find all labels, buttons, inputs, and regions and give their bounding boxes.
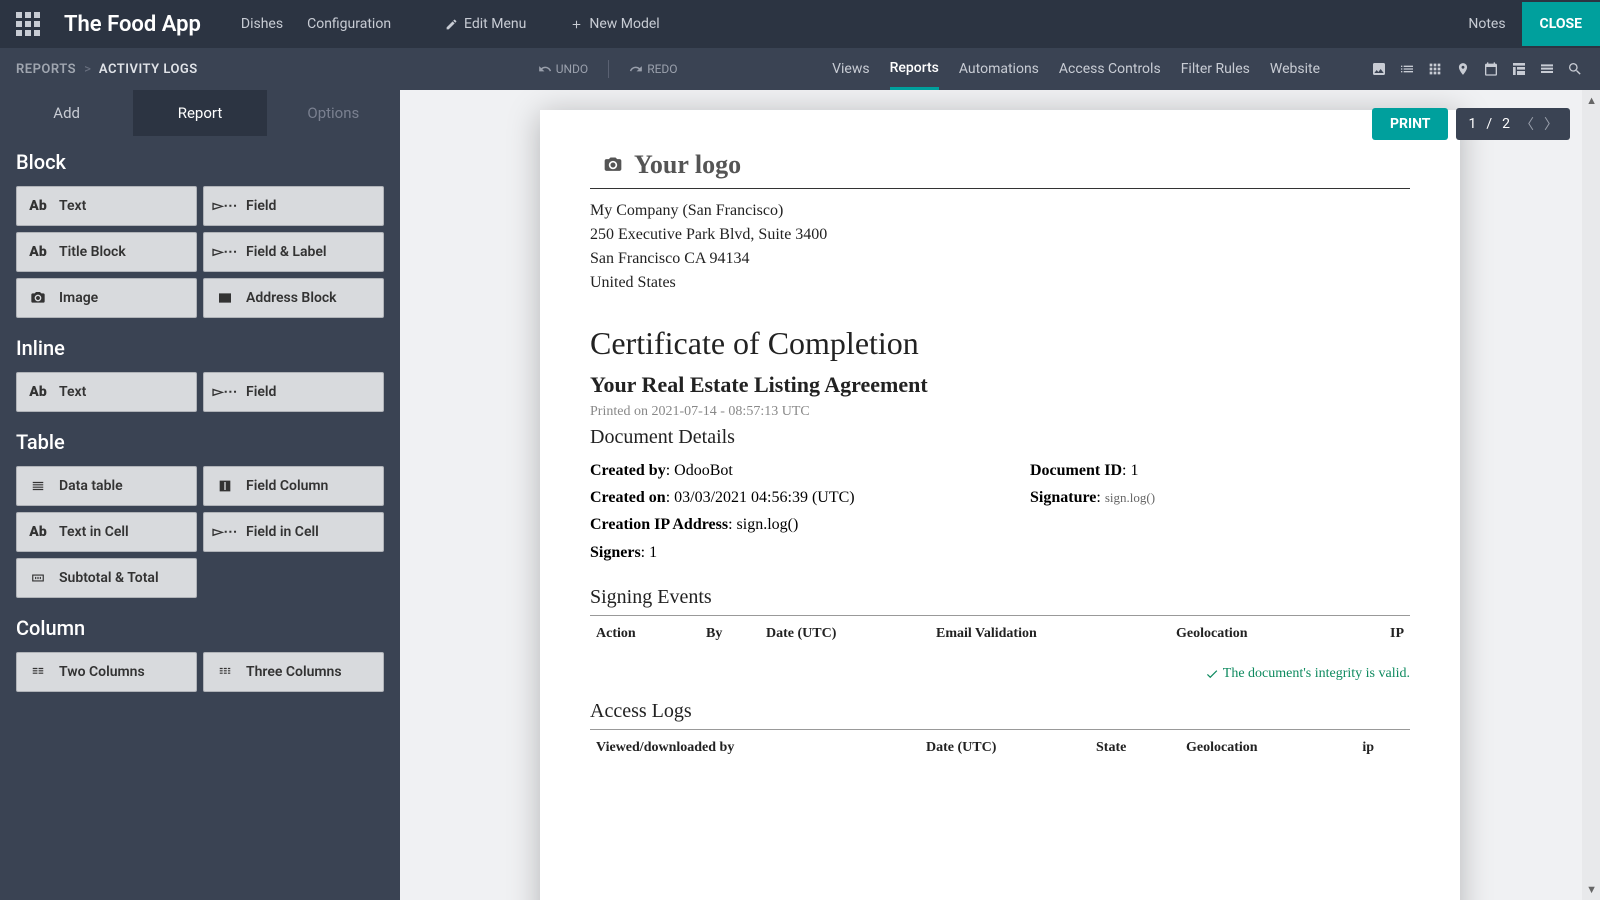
- undo-icon: [538, 62, 552, 76]
- view-list-icon[interactable]: [1398, 60, 1416, 78]
- section-block-title: Block: [16, 150, 384, 174]
- tab-views[interactable]: Views: [832, 50, 870, 88]
- top-navbar: The Food App Dishes Configuration Edit M…: [0, 0, 1600, 48]
- tab-filter-rules[interactable]: Filter Rules: [1181, 50, 1250, 88]
- block-field-label[interactable]: ▻⋯Field & Label: [203, 232, 384, 272]
- section-column-title: Column: [16, 616, 384, 640]
- view-kanban-icon[interactable]: [1426, 60, 1444, 78]
- close-button[interactable]: CLOSE: [1522, 2, 1600, 46]
- nav-configuration[interactable]: Configuration: [307, 16, 391, 32]
- details-header: Document Details: [590, 426, 1410, 449]
- side-tab-report[interactable]: Report: [133, 90, 266, 136]
- view-calendar-icon[interactable]: [1482, 60, 1500, 78]
- redo-button[interactable]: REDO: [629, 62, 677, 76]
- table-subtotal[interactable]: Subtotal & Total: [16, 558, 197, 598]
- signing-table-header: Action By Date (UTC) Email Validation Ge…: [590, 622, 1410, 646]
- redo-icon: [629, 62, 643, 76]
- side-tab-options[interactable]: Options: [267, 90, 400, 136]
- page-prev-icon[interactable]: 〈: [1520, 114, 1534, 134]
- left-sidebar: Add Report Options Block AbText ▻⋯Field …: [0, 90, 400, 900]
- breadcrumb-current: ACTIVITY LOGS: [99, 62, 198, 77]
- company-address: My Company (San Francisco) 250 Executive…: [590, 199, 1410, 295]
- page-next-icon[interactable]: 〉: [1544, 114, 1558, 134]
- column-three[interactable]: Three Columns: [203, 652, 384, 692]
- view-pivot-icon[interactable]: [1510, 60, 1528, 78]
- printed-timestamp: Printed on 2021-07-14 - 08:57:13 UTC: [590, 404, 1410, 420]
- document-title: Certificate of Completion: [590, 325, 1410, 362]
- scroll-up-icon[interactable]: ▲: [1586, 94, 1597, 107]
- tab-website[interactable]: Website: [1270, 50, 1320, 88]
- apps-grid-icon[interactable]: [16, 12, 40, 36]
- app-title: The Food App: [64, 12, 201, 37]
- breadcrumb: REPORTS > ACTIVITY LOGS: [16, 62, 198, 77]
- inline-text[interactable]: AbText: [16, 372, 197, 412]
- nav-dishes[interactable]: Dishes: [241, 16, 283, 32]
- check-icon: [1205, 667, 1219, 681]
- sub-navbar: REPORTS > ACTIVITY LOGS UNDO REDO Views …: [0, 48, 1600, 90]
- scrollbar-track[interactable]: ▲ ▼: [1582, 90, 1600, 900]
- block-image[interactable]: Image: [16, 278, 197, 318]
- table-field-cell[interactable]: ▻⋯Field in Cell: [203, 512, 384, 552]
- pager: 1 / 2 〈 〉: [1456, 108, 1570, 140]
- search-icon[interactable]: [1566, 60, 1584, 78]
- nav-edit-menu[interactable]: Edit Menu: [445, 16, 526, 32]
- scroll-down-icon[interactable]: ▼: [1586, 883, 1597, 896]
- block-address[interactable]: Address Block: [203, 278, 384, 318]
- page-current: 1: [1468, 116, 1476, 132]
- pencil-icon: [445, 18, 458, 31]
- page-total: 2: [1502, 116, 1510, 132]
- tab-access-controls[interactable]: Access Controls: [1059, 50, 1161, 88]
- inline-field[interactable]: ▻⋯Field: [203, 372, 384, 412]
- print-button[interactable]: PRINT: [1372, 108, 1448, 140]
- block-text[interactable]: AbText: [16, 186, 197, 226]
- table-field-column[interactable]: Field Column: [203, 466, 384, 506]
- access-table-header: Viewed/downloaded by Date (UTC) State Ge…: [590, 736, 1410, 760]
- section-table-title: Table: [16, 430, 384, 454]
- camera-icon: [602, 155, 624, 175]
- column-two[interactable]: Two Columns: [16, 652, 197, 692]
- view-image-icon[interactable]: [1370, 60, 1388, 78]
- logo-placeholder: Your logo: [590, 150, 1410, 180]
- nav-new-model[interactable]: New Model: [570, 16, 659, 32]
- plus-icon: [570, 18, 583, 31]
- signing-events-header: Signing Events: [590, 586, 1410, 609]
- integrity-status: The document's integrity is valid.: [590, 666, 1410, 682]
- canvas-area: PRINT 1 / 2 〈 〉 ▲ ▼ Your logo My Company…: [400, 90, 1600, 900]
- table-data-table[interactable]: Data table: [16, 466, 197, 506]
- section-inline-title: Inline: [16, 336, 384, 360]
- access-logs-header: Access Logs: [590, 700, 1410, 723]
- tab-reports[interactable]: Reports: [890, 49, 939, 90]
- block-title-block[interactable]: AbTitle Block: [16, 232, 197, 272]
- view-map-icon[interactable]: [1454, 60, 1472, 78]
- document-page: Your logo My Company (San Francisco) 250…: [540, 110, 1460, 900]
- notes-button[interactable]: Notes: [1468, 16, 1505, 32]
- view-activity-icon[interactable]: [1538, 60, 1556, 78]
- document-subtitle: Your Real Estate Listing Agreement: [590, 372, 1410, 398]
- block-field[interactable]: ▻⋯Field: [203, 186, 384, 226]
- table-text-cell[interactable]: AbText in Cell: [16, 512, 197, 552]
- breadcrumb-root[interactable]: REPORTS: [16, 62, 76, 77]
- side-tab-add[interactable]: Add: [0, 90, 133, 136]
- tab-automations[interactable]: Automations: [959, 50, 1039, 88]
- undo-button[interactable]: UNDO: [538, 62, 588, 76]
